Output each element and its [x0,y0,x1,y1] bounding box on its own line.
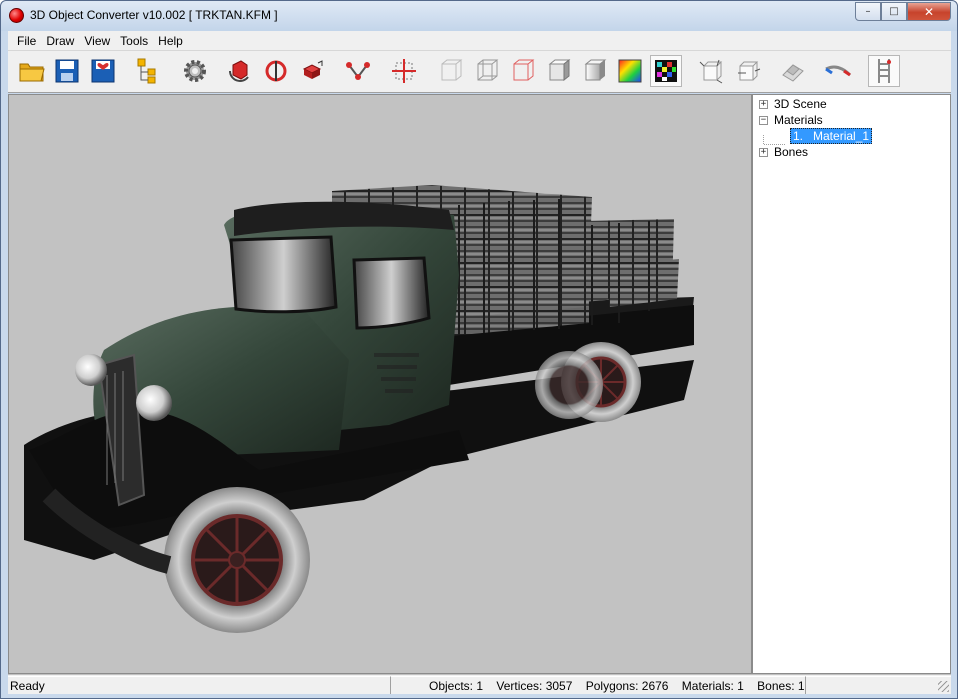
rotate-icon[interactable] [224,55,256,87]
app-icon[interactable] [9,8,24,23]
wireframe-hidden-icon[interactable] [435,55,467,87]
uv-map-icon[interactable] [777,55,809,87]
expand-icon[interactable]: + [759,147,768,157]
collapse-icon[interactable]: − [759,115,768,125]
title-bar[interactable]: 3D Object Converter v10.002 [ TRKTAN.KFM… [1,1,957,31]
rotate-axis-icon[interactable] [260,55,292,87]
color-shaded-icon[interactable] [614,55,646,87]
camera-icon[interactable] [822,55,854,87]
ladder-icon[interactable] [868,55,900,87]
pivot-icon[interactable] [388,55,420,87]
bones-icon[interactable] [342,55,374,87]
resize-grip-icon[interactable] [938,681,949,692]
window-title: 3D Object Converter v10.002 [ TRKTAN.KFM… [30,8,278,22]
wireframe-icon[interactable] [471,55,503,87]
toolbar [8,51,951,93]
minimize-button[interactable]: – [855,2,881,21]
settings-gear-icon[interactable] [179,55,211,87]
menu-view[interactable]: View [79,34,115,48]
tree-item-index: 1. [793,129,804,143]
tree-item-3d-scene[interactable]: + 3D Scene [759,96,827,112]
tree-item-materials[interactable]: − Materials [759,112,823,128]
move-icon[interactable] [296,55,328,87]
truck-model [24,185,694,633]
maximize-button[interactable]: □ [881,2,907,21]
vertex-normals-icon[interactable] [696,55,728,87]
menu-bar: File Draw View Tools Help [8,31,951,51]
menu-help[interactable]: Help [153,34,188,48]
menu-file[interactable]: File [12,34,41,48]
close-button[interactable]: ✕ [907,2,951,21]
status-ready-text: Ready [10,678,45,693]
tree-item-label: Material_1 [813,129,870,143]
scene-tree: + 3D Scene − Materials 1. Material_1 + B… [752,94,951,674]
menu-tools[interactable]: Tools [115,34,153,48]
status-pane-stats: Objects: 1 Vertices: 3057 Polygons: 2676… [390,676,805,694]
save-as-icon[interactable] [87,55,119,87]
window-controls: – □ ✕ [855,2,951,21]
menu-draw[interactable]: Draw [41,34,79,48]
status-bar: Ready Objects: 1 Vertices: 3057 Polygons… [8,674,951,694]
tree-item-material-1[interactable]: 1. Material_1 [790,128,873,144]
tree-item-label: Bones [774,145,809,159]
status-pane-empty [805,676,951,694]
flat-shaded-icon[interactable] [543,55,575,87]
tree-item-label: Materials [774,113,823,127]
tree-selection[interactable]: 1. Material_1 [790,128,873,144]
face-normals-icon[interactable] [732,55,764,87]
status-pane-ready: Ready [8,676,390,694]
open-folder-icon[interactable] [16,55,48,87]
tree-item-label: 3D Scene [774,97,827,111]
expand-icon[interactable]: + [759,99,768,109]
textured-icon[interactable] [650,55,682,87]
status-stats-text: Objects: 1 Vertices: 3057 Polygons: 2676… [429,678,805,693]
wireframe-red-icon[interactable] [507,55,539,87]
smooth-shaded-icon[interactable] [579,55,611,87]
app-window: 3D Object Converter v10.002 [ TRKTAN.KFM… [0,0,958,699]
3d-viewport[interactable] [8,94,752,674]
save-icon[interactable] [51,55,83,87]
hierarchy-icon[interactable] [132,55,164,87]
tree-item-bones[interactable]: + Bones [759,144,808,160]
